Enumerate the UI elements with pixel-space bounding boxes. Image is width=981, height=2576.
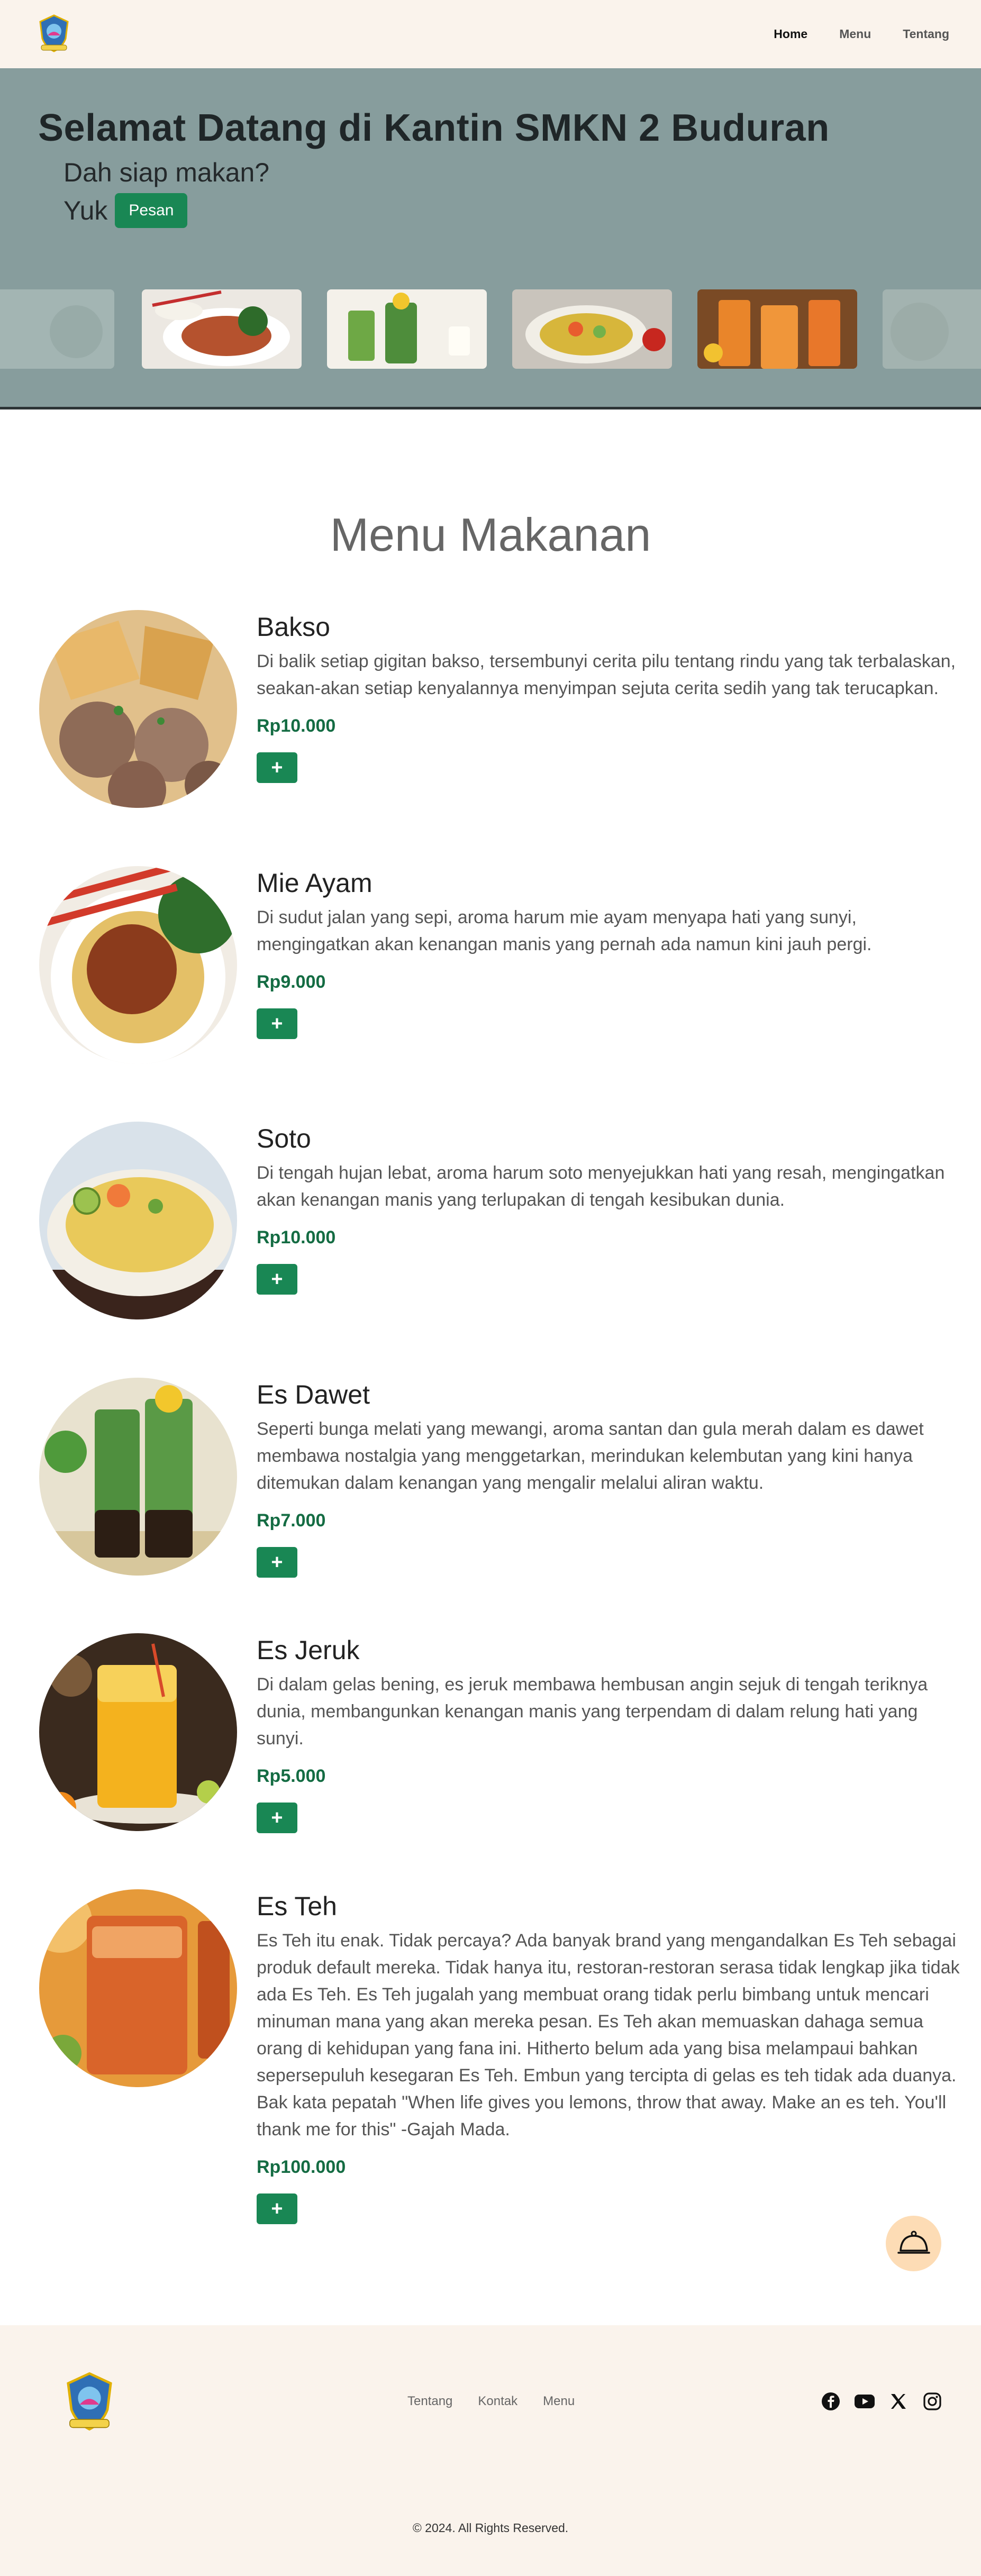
nav-home-link[interactable]: Home: [774, 27, 807, 41]
menu-item-body: Bakso Di balik setiap gigitan bakso, ter…: [257, 610, 960, 783]
hero-cta: Yuk Pesan: [63, 193, 188, 228]
school-logo[interactable]: [32, 12, 76, 57]
bakso-image: [39, 610, 237, 808]
mie-ayam-image: [39, 866, 237, 1064]
facebook-icon[interactable]: [820, 2391, 841, 2412]
carousel-slide: [883, 289, 981, 369]
menu-item-body: Es Teh Es Teh itu enak. Tidak percaya? A…: [257, 1889, 960, 2224]
menu-item-price: Rp100.000: [257, 2157, 346, 2177]
carousel-slide: [327, 289, 487, 369]
menu-item-price: Rp5.000: [257, 1766, 326, 1786]
footer-link-menu[interactable]: Menu: [543, 2394, 575, 2409]
navbar: Home Menu Tentang: [0, 0, 981, 68]
youtube-icon[interactable]: [854, 2391, 875, 2412]
footer-links: Tentang Kontak Menu: [407, 2394, 575, 2409]
soto-image: [39, 1122, 237, 1319]
menu-item-desc: Di dalam gelas bening, es jeruk membawa …: [257, 1674, 928, 1749]
hero-subtitle: Dah siap makan?: [63, 158, 270, 187]
add-to-cart-button[interactable]: +: [257, 1008, 297, 1039]
menu-item-price: Rp9.000: [257, 972, 326, 992]
nav-tentang-link[interactable]: Tentang: [903, 27, 949, 41]
menu-item-name: Bakso: [257, 612, 330, 642]
menu-item-body: Es Dawet Seperti bunga melati yang mewan…: [257, 1378, 960, 1578]
menu-item-name: Mie Ayam: [257, 868, 373, 898]
es-dawet-image: [39, 1378, 237, 1576]
es-jeruk-image: [39, 1633, 237, 1831]
copyright-text: © 2024. All Rights Reserved.: [412, 2521, 569, 2535]
es-teh-image: [39, 1889, 237, 2087]
menu-item-body: Soto Di tengah hujan lebat, aroma harum …: [257, 1122, 960, 1295]
menu-item-desc: Es Teh itu enak. Tidak percaya? Ada bany…: [257, 1931, 960, 2140]
cloche-icon: [897, 2231, 930, 2254]
add-to-cart-button[interactable]: +: [257, 752, 297, 783]
carousel-slide: [0, 289, 114, 369]
hero-section: Selamat Datang di Kantin SMKN 2 Buduran …: [0, 68, 981, 409]
menu-item-desc: Di tengah hujan lebat, aroma harum soto …: [257, 1163, 945, 1210]
menu-item-price: Rp7.000: [257, 1510, 326, 1531]
menu-item-desc: Di sudut jalan yang sepi, aroma harum mi…: [257, 907, 872, 954]
cart-button[interactable]: [886, 2216, 941, 2271]
add-to-cart-button[interactable]: +: [257, 1264, 297, 1295]
footer-link-kontak[interactable]: Kontak: [478, 2394, 517, 2409]
carousel-slide: [512, 289, 672, 369]
food-carousel[interactable]: [0, 289, 981, 369]
menu-item-body: Es Jeruk Di dalam gelas bening, es jeruk…: [257, 1633, 960, 1833]
carousel-slide: [142, 289, 302, 369]
nav-links: Home Menu Tentang: [774, 27, 949, 41]
menu-heading: Menu Makanan: [330, 508, 651, 561]
add-to-cart-button[interactable]: +: [257, 2193, 297, 2224]
menu-item-name: Es Teh: [257, 1891, 337, 1921]
menu-item-desc: Di balik setiap gigitan bakso, tersembun…: [257, 651, 956, 698]
hero-cta-prefix: Yuk: [63, 196, 108, 225]
x-icon[interactable]: [888, 2391, 909, 2412]
social-links: [820, 2391, 943, 2412]
menu-item-name: Es Jeruk: [257, 1635, 360, 1665]
menu-item-desc: Seperti bunga melati yang mewangi, aroma…: [257, 1419, 924, 1493]
pesan-button[interactable]: Pesan: [115, 193, 188, 228]
hero-title: Selamat Datang di Kantin SMKN 2 Buduran: [38, 107, 830, 149]
instagram-icon[interactable]: [922, 2391, 943, 2412]
menu-item-name: Soto: [257, 1124, 311, 1153]
menu-item-price: Rp10.000: [257, 716, 336, 736]
add-to-cart-button[interactable]: +: [257, 1547, 297, 1578]
add-to-cart-button[interactable]: +: [257, 1803, 297, 1833]
nav-menu-link[interactable]: Menu: [839, 27, 871, 41]
carousel-slide: [697, 289, 857, 369]
footer: Tentang Kontak Menu © 2024. All Rights R…: [0, 2325, 981, 2576]
menu-item-name: Es Dawet: [257, 1380, 370, 1409]
menu-item-body: Mie Ayam Di sudut jalan yang sepi, aroma…: [257, 866, 960, 1039]
menu-item-price: Rp10.000: [257, 1227, 336, 1248]
footer-logo[interactable]: [55, 2369, 124, 2437]
footer-link-tentang[interactable]: Tentang: [407, 2394, 452, 2409]
